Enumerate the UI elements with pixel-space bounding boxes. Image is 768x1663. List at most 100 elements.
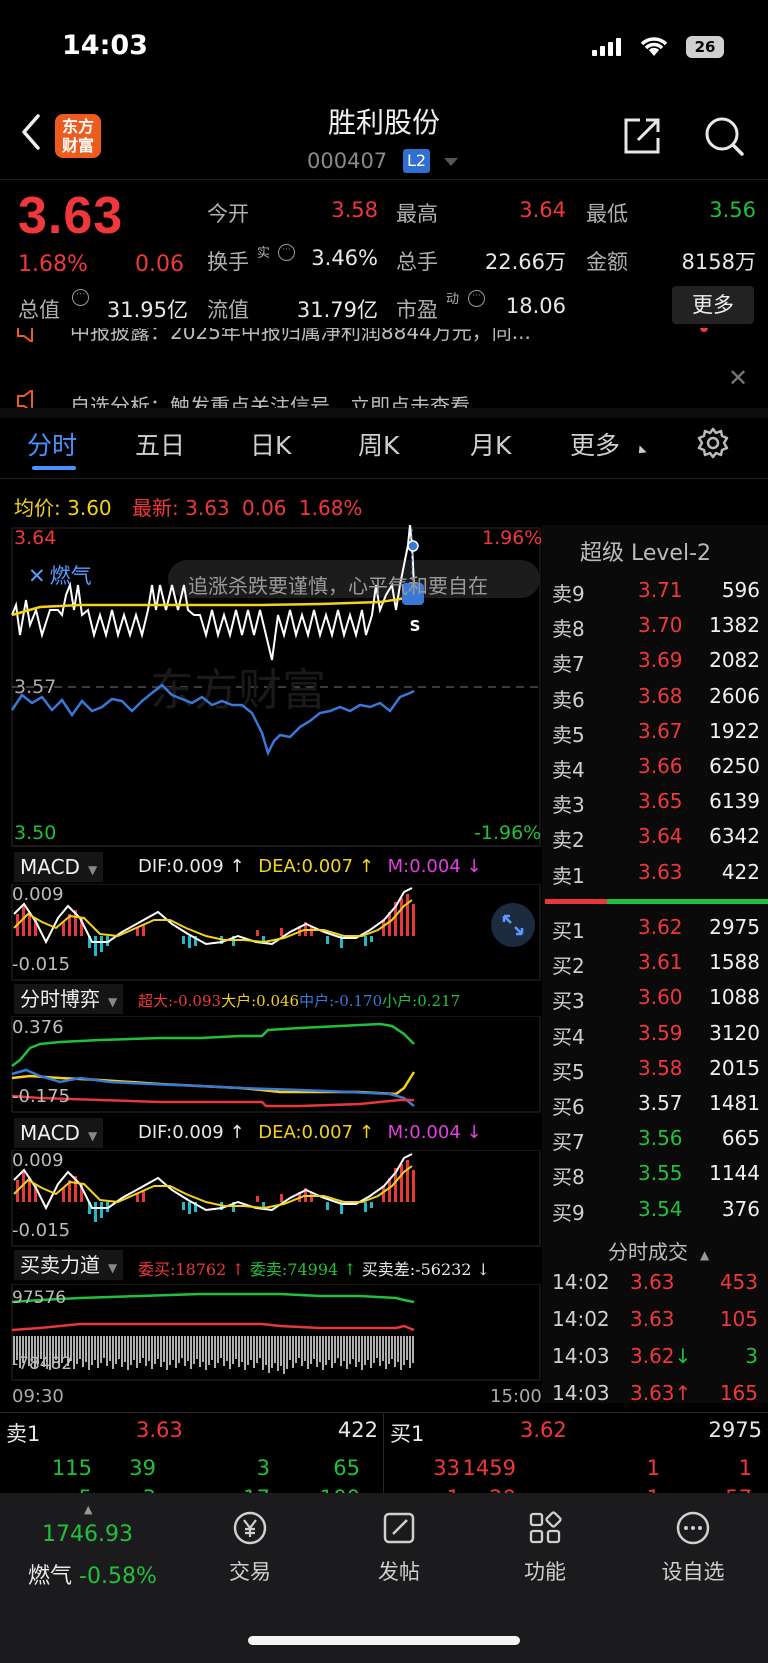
indicator-selector-macd-2[interactable]: MACD ▼: [14, 1118, 104, 1148]
game-values: 超大:-0.093大户:0.046中户:-0.170小户:0.217: [138, 990, 460, 1011]
tab-weekly-k[interactable]: 周K: [358, 426, 399, 462]
m-value: M:0.004 ↓: [387, 856, 482, 877]
close-icon[interactable]: ✕: [728, 364, 748, 392]
bid-price: 3.57: [638, 1091, 683, 1115]
info-dots-icon[interactable]: ···: [468, 290, 485, 307]
bid-price: 3.62: [638, 915, 683, 939]
overlay-toggle[interactable]: ✕ 燃气: [28, 560, 92, 590]
strip-cell: 17: [243, 1486, 270, 1493]
ask-level-label: 卖9: [552, 582, 585, 606]
bid-row[interactable]: 买2 3.61 1588: [552, 950, 760, 985]
mktcap-label: 总值: [18, 298, 60, 322]
indicator-selector-force[interactable]: 买卖力道 ▼: [14, 1250, 124, 1280]
chevron-down-icon[interactable]: [444, 158, 458, 166]
indicator-selector-game[interactable]: 分时博弈 ▼: [14, 984, 124, 1014]
strip-buy-label: 买1: [390, 1422, 425, 1446]
trade-time: 14:03: [552, 1381, 610, 1405]
ask-row[interactable]: 卖5 3.67 1922: [552, 719, 760, 754]
y-max-label: 3.64: [14, 527, 57, 549]
trade-price: 3.63↑: [630, 1381, 692, 1405]
tab-5day[interactable]: 五日: [135, 426, 185, 462]
bid-volume: 2015: [709, 1055, 760, 1080]
nav-add-watchlist[interactable]: 设自选: [648, 1508, 738, 1586]
bid-row[interactable]: 买8 3.55 1144: [552, 1161, 760, 1196]
bid-row[interactable]: 买3 3.60 1088: [552, 985, 760, 1020]
ask-row[interactable]: 卖9 3.71 596: [552, 578, 760, 613]
share-icon[interactable]: [620, 114, 664, 158]
tab-daily-k[interactable]: 日K: [250, 426, 291, 462]
index-name: 燃气: [28, 1564, 73, 1589]
strip-cell: 65: [333, 1456, 360, 1480]
tab-monthly-k[interactable]: 月K: [470, 426, 511, 462]
trade-time: 14:03: [552, 1344, 610, 1368]
index-value[interactable]: 1746.93: [42, 1522, 133, 1547]
pe-sup: 动: [446, 292, 460, 307]
ask-row[interactable]: 卖8 3.70 1382: [552, 613, 760, 648]
low-label: 最低: [586, 202, 628, 226]
bid-row[interactable]: 买5 3.58 2015: [552, 1056, 760, 1091]
l2-badge[interactable]: L2: [403, 149, 430, 173]
nav-post[interactable]: 发帖: [354, 1508, 444, 1586]
trades-title[interactable]: 分时成交 ▲: [608, 1236, 709, 1265]
ask-level-label: 卖4: [552, 758, 585, 782]
more-button[interactable]: 更多: [672, 286, 754, 324]
bid-row[interactable]: 买7 3.56 665: [552, 1126, 760, 1161]
tab-fenshi[interactable]: 分时: [27, 426, 77, 462]
amount-value: 8158万: [681, 250, 756, 274]
gear-icon[interactable]: [696, 426, 730, 460]
ask-row[interactable]: 卖6 3.68 2606: [552, 684, 760, 719]
ask-level-label: 卖7: [552, 652, 585, 677]
macd-values-2: DIF:0.009 ↑ DEA:0.007 ↑ M:0.004 ↓: [138, 1122, 482, 1143]
trade-price: 3.63: [630, 1307, 675, 1331]
order-book-title[interactable]: 超级 Level-2: [580, 535, 711, 567]
high-value: 3.64: [519, 198, 566, 222]
news-ticker[interactable]: 中报披露：2025年中报归属净利润8844万元，同... 自选分析：触发重点关注…: [0, 328, 768, 408]
open-value: 3.58: [331, 198, 378, 222]
avg-label: 均价:: [14, 496, 61, 520]
pe-value: 18.06: [505, 294, 566, 318]
bid-level-label: 买8: [552, 1165, 585, 1190]
ask-price: 3.68: [638, 683, 683, 708]
info-dots-icon[interactable]: ···: [72, 289, 89, 306]
large-value: 大户:0.046: [221, 992, 300, 1010]
news-item[interactable]: 中报披露：2025年中报归属净利润8844万元，同...: [70, 328, 730, 345]
bid-row[interactable]: 买9 3.54 376: [552, 1197, 760, 1232]
nav-trade[interactable]: 交易: [205, 1508, 295, 1586]
ask-row[interactable]: 卖4 3.66 6250: [552, 754, 760, 789]
ask-row[interactable]: 卖2 3.64 6342: [552, 824, 760, 859]
indicator-selector-macd[interactable]: MACD ▼: [14, 852, 104, 882]
bid-volume: 1588: [709, 950, 760, 975]
strip-cell: 39: [129, 1456, 156, 1480]
ask-level-label: 卖6: [552, 687, 585, 712]
ask-price: 3.63: [638, 859, 683, 884]
expand-icon: [502, 914, 524, 936]
strip-sell-price: 3.63: [136, 1418, 183, 1442]
bid-level-label: 买9: [552, 1200, 585, 1225]
index-ticker[interactable]: 燃气 -0.58%: [28, 1558, 157, 1590]
chevron-up-icon[interactable]: ▲: [84, 1503, 92, 1516]
ask-row[interactable]: 卖3 3.65 6139: [552, 789, 760, 824]
bid-row[interactable]: 买1 3.62 2975: [552, 915, 760, 950]
bid-price: 3.59: [638, 1020, 683, 1045]
bid-price: 3.56: [638, 1126, 683, 1151]
bid-row[interactable]: 买6 3.57 1481: [552, 1091, 760, 1126]
home-indicator: [248, 1636, 520, 1645]
strip-cell: 1459: [462, 1456, 516, 1480]
bid-row[interactable]: 买4 3.59 3120: [552, 1021, 760, 1056]
bid-level-label: 买3: [552, 989, 585, 1014]
bid-level-label: 买4: [552, 1024, 585, 1049]
small-value: 小户:0.217: [382, 992, 461, 1010]
ask-level-label: 卖1: [552, 863, 585, 888]
ask-row[interactable]: 卖1 3.63 422: [552, 860, 760, 895]
ask-row[interactable]: 卖7 3.69 2082: [552, 648, 760, 683]
expand-chart-button[interactable]: [491, 903, 535, 947]
nav-functions[interactable]: 功能: [500, 1508, 590, 1586]
tab-more[interactable]: 更多: [570, 426, 620, 462]
latest-change: 0.06: [242, 496, 287, 520]
speaker-icon: [17, 390, 33, 408]
search-icon[interactable]: [702, 114, 746, 158]
tab-indicator: [32, 466, 76, 470]
game-chart: [11, 1016, 541, 1113]
news-item[interactable]: 自选分析：触发重点关注信号，立即点击查看: [70, 390, 730, 408]
latest-pct: 1.68%: [298, 496, 363, 520]
